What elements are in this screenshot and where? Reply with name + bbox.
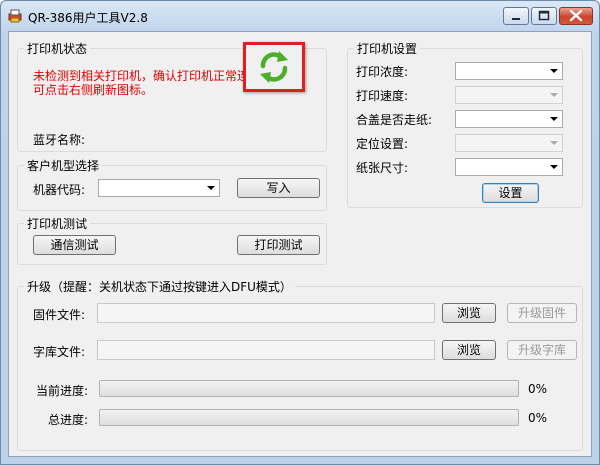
maximize-icon — [538, 10, 550, 21]
bluetooth-name-label: 蓝牙名称: — [33, 133, 86, 147]
chevron-down-icon — [550, 141, 558, 145]
current-progress-bar — [99, 380, 519, 397]
font-file-label: 字库文件: — [33, 345, 86, 359]
total-progress-bar — [99, 409, 519, 426]
minimize-button[interactable] — [503, 7, 529, 25]
upgrade-title: 升级（提醒：关机状态下通过按键进入DFU模式） — [24, 278, 295, 295]
cover-feed-combo[interactable] — [455, 110, 563, 128]
printer-app-icon — [8, 9, 22, 23]
print-density-combo[interactable] — [455, 62, 563, 80]
minimize-icon — [512, 18, 520, 20]
machine-code-label: 机器代码: — [33, 183, 86, 197]
print-test-button[interactable]: 打印测试 — [237, 235, 320, 255]
apply-settings-button[interactable]: 设置 — [482, 183, 539, 203]
browse-firmware-button[interactable]: 浏览 — [442, 303, 496, 323]
communication-test-button[interactable]: 通信测试 — [33, 235, 116, 255]
model-select-title: 客户机型选择 — [24, 157, 103, 174]
chevron-down-icon — [550, 93, 558, 97]
font-file-input[interactable] — [97, 340, 435, 360]
window-title: QR-386用户工具V2.8 — [28, 11, 148, 25]
maximize-button[interactable] — [531, 7, 557, 25]
refresh-icon — [260, 51, 288, 83]
paper-size-combo[interactable] — [455, 158, 563, 176]
title-bar[interactable]: QR-386用户工具V2.8 — [1, 1, 599, 31]
positioning-combo[interactable] — [455, 134, 563, 152]
printer-test-group: 打印机测试 通信测试 打印测试 — [17, 215, 327, 265]
write-button[interactable]: 写入 — [237, 178, 320, 198]
print-speed-label: 打印速度: — [356, 89, 409, 103]
print-density-label: 打印浓度: — [356, 65, 409, 79]
main-panel: 打印机状态 未检测到相关打印机，确认打印机正常连接后可点击右侧刷新图标。 蓝牙名… — [8, 31, 592, 457]
close-icon — [569, 9, 583, 22]
chevron-down-icon — [550, 69, 558, 73]
printer-status-title: 打印机状态 — [24, 40, 91, 57]
app-window: QR-386用户工具V2.8 打印机状态 未检测到相关打印机，确认打印机正常连接… — [0, 0, 600, 465]
upgrade-font-button[interactable]: 升级字库 — [507, 340, 577, 360]
chevron-down-icon — [207, 186, 215, 190]
printer-settings-title: 打印机设置 — [354, 40, 421, 57]
total-progress-label: 总进度: — [48, 413, 89, 427]
printer-settings-group: 打印机设置 打印浓度: 打印速度: 合盖是否走纸: 定位设置: 纸张尺寸: 设置 — [347, 40, 583, 208]
upgrade-firmware-button[interactable]: 升级固件 — [507, 303, 577, 323]
current-progress-percent: 0% — [528, 382, 548, 396]
paper-size-label: 纸张尺寸: — [356, 161, 409, 175]
total-progress-percent: 0% — [528, 411, 548, 425]
firmware-file-input[interactable] — [97, 303, 435, 323]
printer-test-title: 打印机测试 — [24, 215, 91, 232]
chevron-down-icon — [550, 165, 558, 169]
firmware-file-label: 固件文件: — [33, 308, 86, 322]
close-button[interactable] — [559, 7, 593, 25]
machine-code-combo[interactable] — [98, 179, 220, 197]
print-speed-combo[interactable] — [455, 86, 563, 104]
model-select-group: 客户机型选择 机器代码: 写入 — [17, 157, 327, 211]
current-progress-label: 当前进度: — [36, 384, 89, 398]
cover-feed-label: 合盖是否走纸: — [356, 113, 433, 127]
positioning-label: 定位设置: — [356, 137, 409, 151]
browse-font-button[interactable]: 浏览 — [442, 340, 496, 360]
chevron-down-icon — [550, 117, 558, 121]
refresh-button[interactable] — [243, 42, 305, 92]
upgrade-group: 升级（提醒：关机状态下通过按键进入DFU模式） 固件文件: 浏览 升级固件 字库… — [17, 278, 583, 451]
